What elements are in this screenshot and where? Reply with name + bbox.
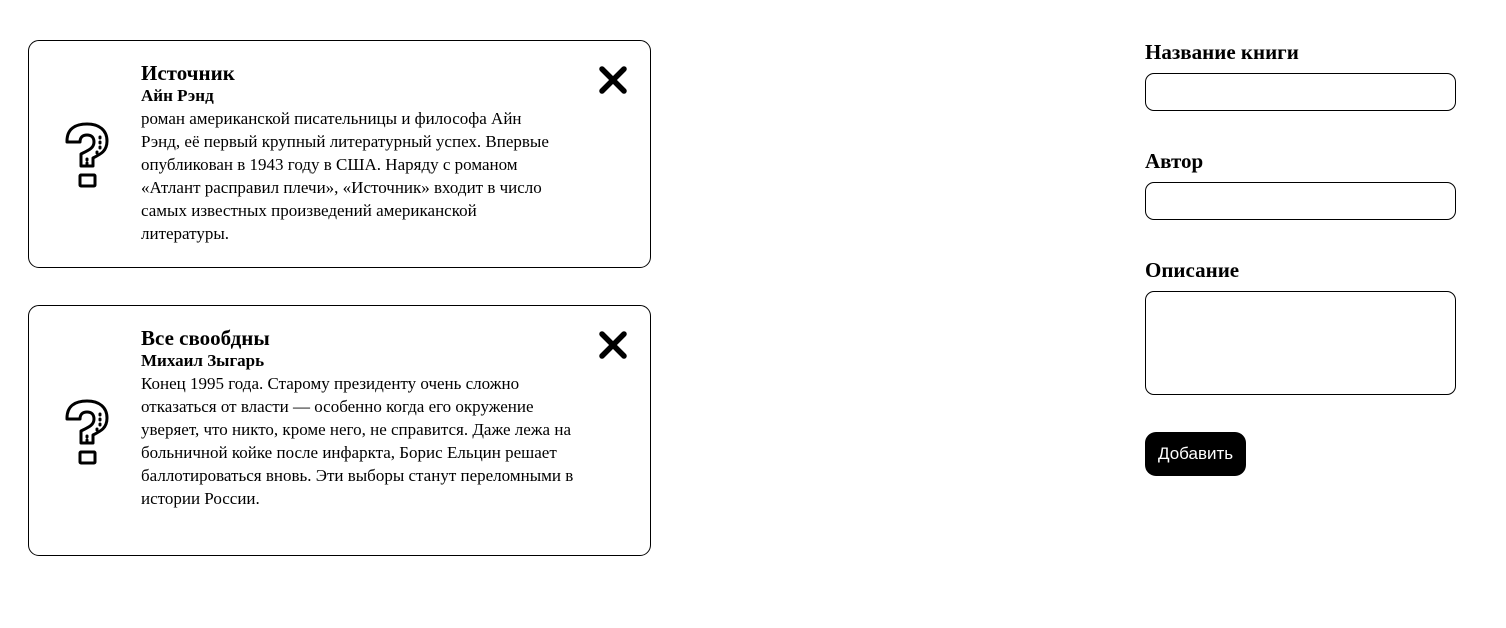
add-book-form: Название книги Автор Описание Добавить [1145,40,1456,476]
book-title: Все свообдны [141,326,270,350]
title-input[interactable] [1145,73,1456,111]
book-description: Конец 1995 года. Старому президенту очен… [141,374,574,508]
delete-book-button[interactable] [598,65,628,95]
book-card: Источник Айн Рэнд роман американской пис… [28,40,651,268]
author-field-group: Автор [1145,149,1456,220]
book-title: Источник [141,61,235,85]
question-mark-icon [63,121,111,189]
title-label: Название книги [1145,40,1299,64]
author-input[interactable] [1145,182,1456,220]
author-label: Автор [1145,149,1204,173]
title-field-group: Название книги [1145,40,1456,111]
description-label: Описание [1145,258,1240,282]
book-author: Айн Рэнд [141,86,214,105]
book-info: Источник Айн Рэнд роман американской пис… [141,61,581,245]
add-button[interactable]: Добавить [1145,432,1247,476]
close-icon [598,66,628,98]
close-icon [598,331,628,363]
book-author: Михаил Зыгарь [141,351,265,370]
delete-book-button[interactable] [598,330,628,360]
book-description: роман американской писательницы и филосо… [141,109,549,243]
description-textarea[interactable] [1145,291,1456,395]
question-mark-icon [63,398,111,466]
description-field-group: Описание [1145,258,1456,395]
book-info: Все свообдны Михаил Зыгарь Конец 1995 го… [141,326,581,510]
book-card: Все свообдны Михаил Зыгарь Конец 1995 го… [28,305,651,556]
